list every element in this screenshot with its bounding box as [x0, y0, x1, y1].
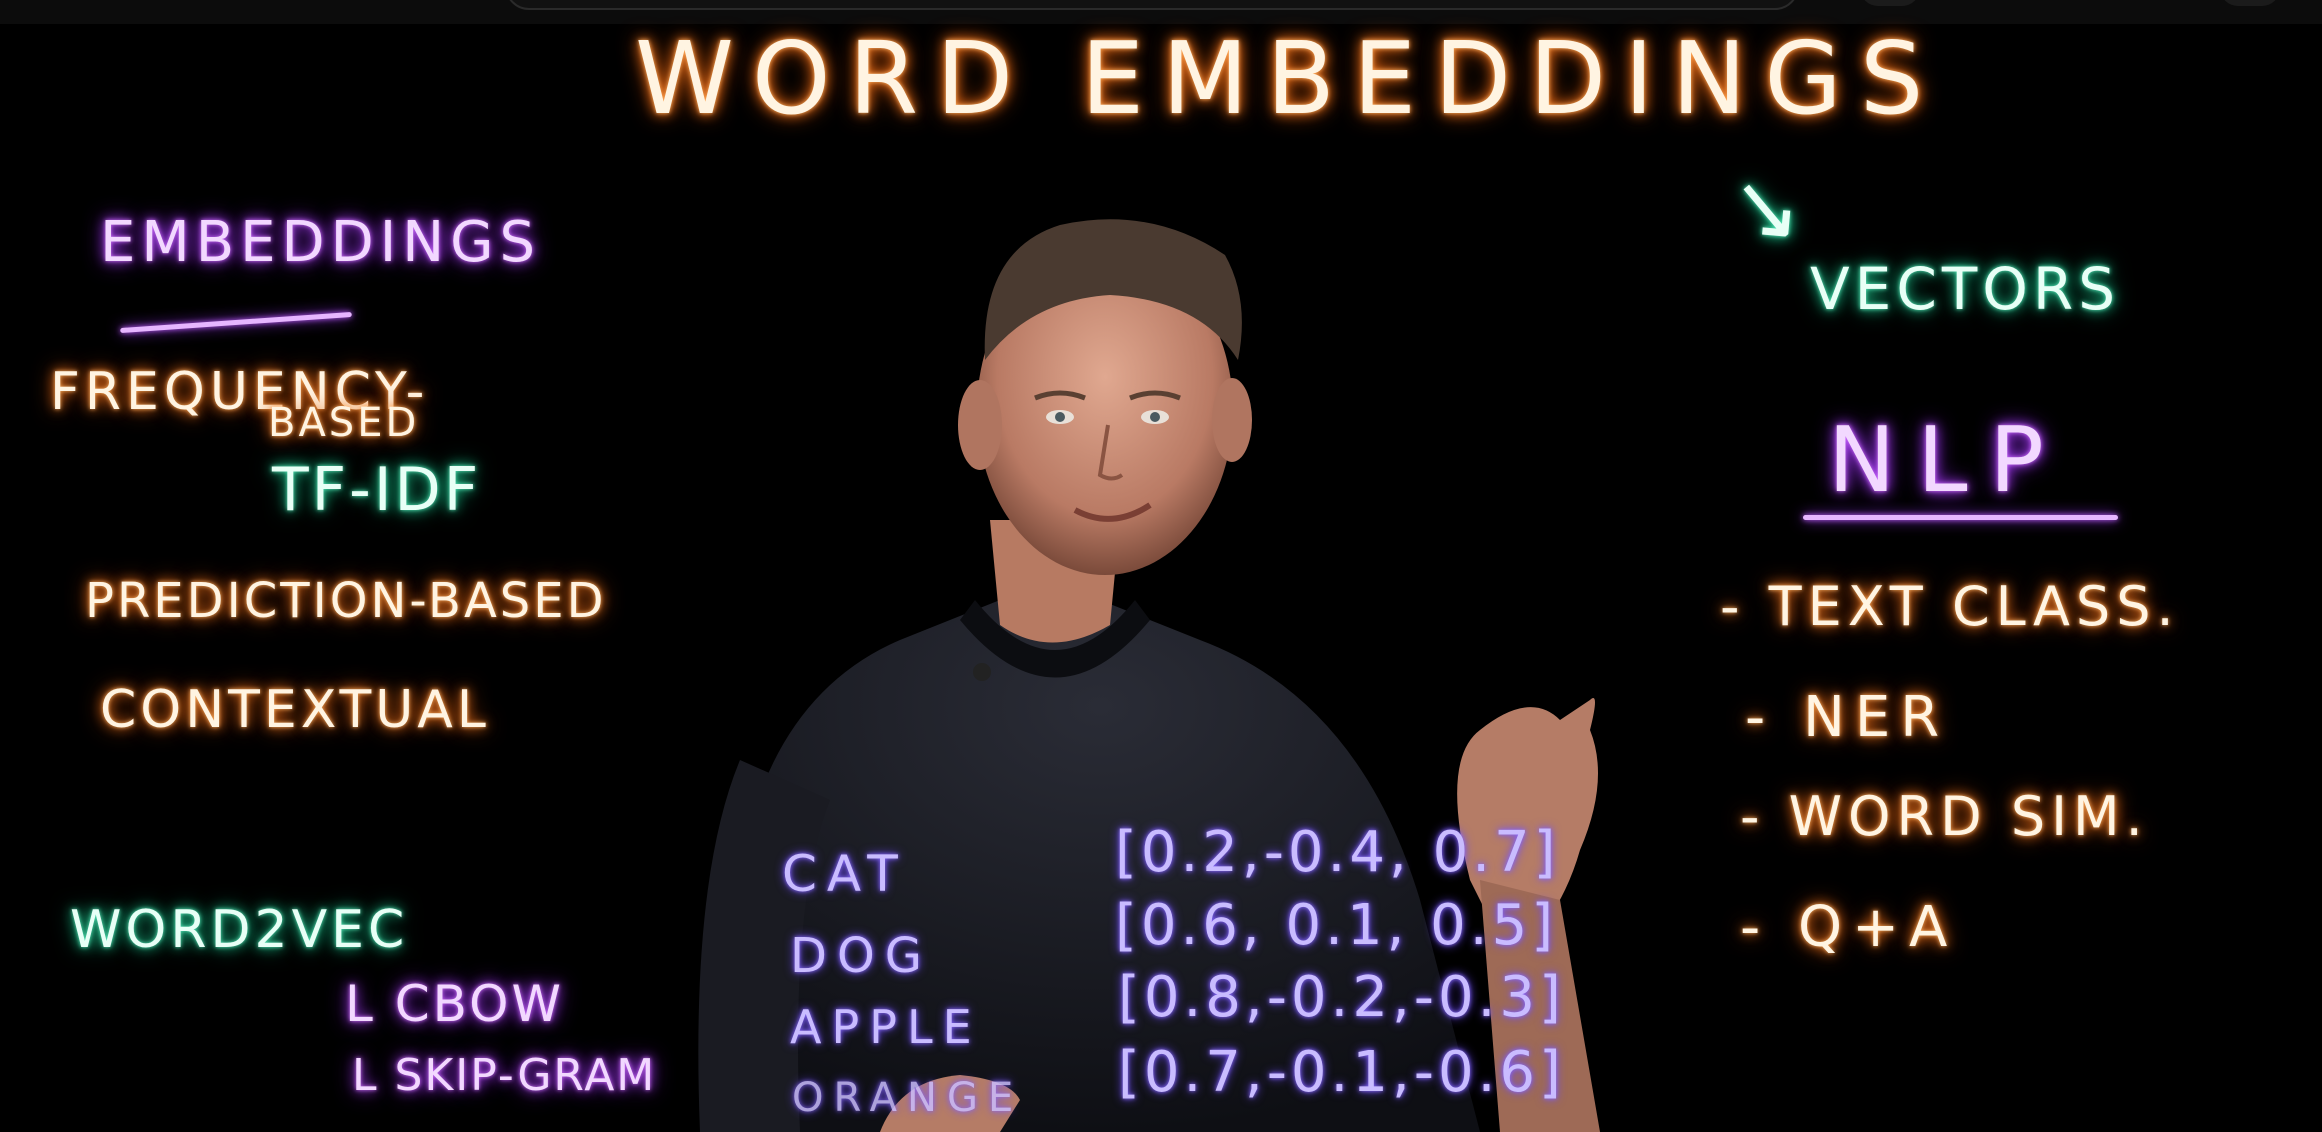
prediction-label: PREDICTION-BASED — [85, 573, 607, 629]
nlp-underline — [1803, 515, 2118, 520]
board-title: WORD EMBEDDINGS — [635, 20, 1942, 137]
vector-values: [0.6, 0.1, 0.5] — [1115, 893, 1558, 958]
vector-word: APPLE — [790, 1000, 982, 1054]
tfidf-label: TF-IDF — [272, 455, 482, 525]
word2vec-label: WORD2VEC — [70, 900, 409, 960]
vector-values: [0.8,-0.2,-0.3] — [1118, 965, 1565, 1030]
vector-values: [0.2,-0.4, 0.7] — [1115, 820, 1560, 885]
vector-word: ORANGE — [792, 1075, 1024, 1121]
cbow-label: L CBOW — [345, 975, 564, 1033]
nlp-item: - WORD SIM. — [1740, 785, 2149, 848]
skipgram-label: L SKIP-GRAM — [352, 1050, 657, 1101]
embeddings-heading: EMBEDDINGS — [100, 210, 542, 275]
nlp-item: - NER — [1745, 685, 1950, 750]
based-label: BASED — [268, 400, 420, 446]
nlp-heading: NLP — [1828, 408, 2066, 513]
nlp-item: - TEXT CLASS. — [1720, 575, 2180, 638]
vector-values: [0.7,-0.1,-0.6] — [1118, 1040, 1565, 1105]
vector-word: DOG — [790, 928, 932, 984]
vectors-label: VECTORS — [1810, 255, 2121, 323]
presenter-figure — [698, 219, 1600, 1132]
contextual-label: CONTEXTUAL — [100, 680, 490, 740]
nlp-item: - Q+A — [1740, 895, 1958, 960]
vector-word: CAT — [782, 845, 908, 903]
arrow-icon: ↘ — [1725, 154, 1811, 262]
